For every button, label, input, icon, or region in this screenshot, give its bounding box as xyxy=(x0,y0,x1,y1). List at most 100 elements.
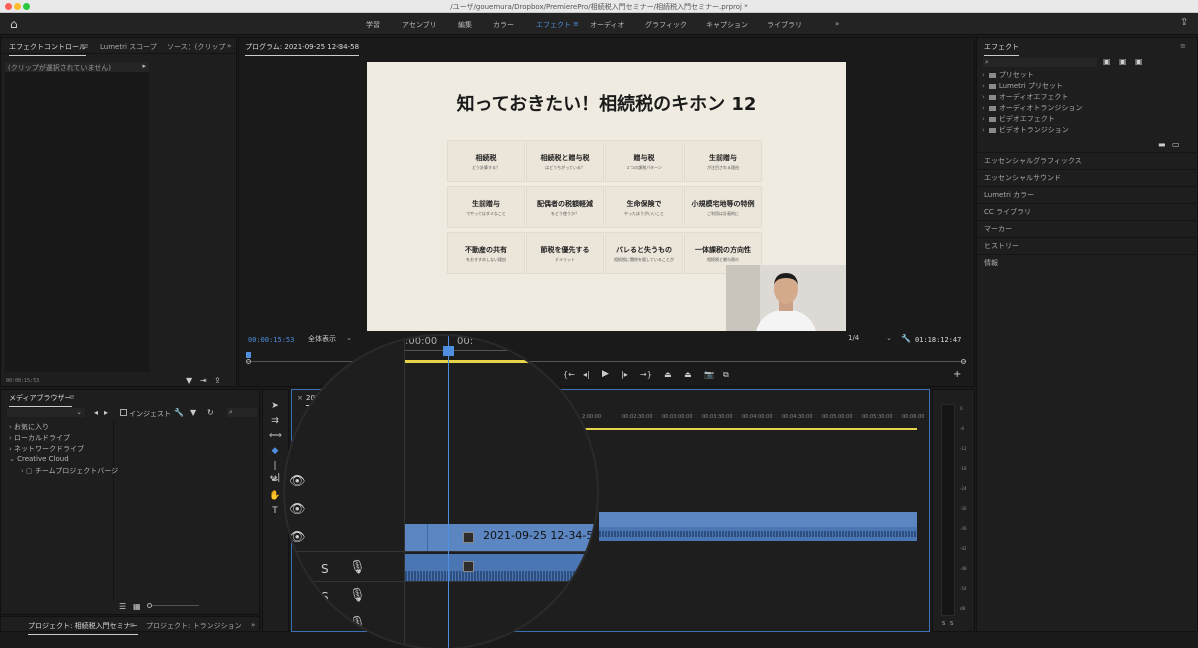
delete-icon[interactable]: ▭ xyxy=(1172,140,1180,149)
effects-tree-item[interactable]: › ビデオトランジション xyxy=(982,125,1069,135)
comparison-view-icon[interactable]: ⧉ xyxy=(723,370,729,380)
wrench-icon[interactable]: 🔧 xyxy=(901,334,911,343)
side-panel-section[interactable]: Lumetri カラー xyxy=(984,190,1034,200)
out-handle[interactable] xyxy=(961,359,966,364)
solo-right-button[interactable]: S xyxy=(950,621,953,627)
32bit-effects-icon[interactable]: ▣ xyxy=(1119,57,1127,66)
media-browser-title[interactable]: メディアブラウザー xyxy=(9,393,72,407)
step-back-icon[interactable]: ◂| xyxy=(583,370,590,379)
side-panel-section[interactable]: 情報 xyxy=(984,258,998,268)
effects-tree-item[interactable]: › プリセット xyxy=(982,70,1034,80)
tab-project-seminar[interactable]: プロジェクト: 相続税入門セミナー xyxy=(28,621,138,635)
slip-tool-icon[interactable]: |↔| xyxy=(269,460,281,483)
workspace-effects[interactable]: エフェクト xyxy=(536,20,571,30)
go-to-in-icon[interactable]: {← xyxy=(563,370,575,379)
export-icon[interactable]: ⇥ xyxy=(200,376,207,385)
workspace-audio[interactable]: オーディオ xyxy=(590,20,625,30)
back-icon[interactable]: ◂ xyxy=(94,408,98,417)
fit-dropdown[interactable]: 全体表示 ⌄ xyxy=(308,334,352,344)
workspace-color[interactable]: カラー xyxy=(493,20,514,30)
solo-a2-button[interactable]: S xyxy=(321,590,329,604)
audio-clip[interactable] xyxy=(405,554,597,581)
workspace-graphics[interactable]: グラフィック xyxy=(645,20,687,30)
side-panel-section[interactable]: エッセンシャルサウンド xyxy=(984,173,1061,183)
workspace-assembly[interactable]: アセンブリ xyxy=(402,20,437,30)
razor-tool-icon[interactable]: ◆ xyxy=(269,445,281,457)
panel-menu-icon[interactable]: ≡ xyxy=(129,621,135,629)
effects-panel-title[interactable]: エフェクト xyxy=(984,42,1019,56)
panel-overflow-icon[interactable]: » xyxy=(227,42,231,50)
tab-project-transitions[interactable]: プロジェクト: トランジション xyxy=(146,621,242,631)
render-icon[interactable]: ⇪ xyxy=(214,376,221,385)
voice-over-record-a1-icon[interactable]: 🎙 xyxy=(349,560,366,575)
solo-left-button[interactable]: S xyxy=(942,621,945,627)
tab-lumetri-scopes[interactable]: Lumetri スコープ xyxy=(100,42,157,52)
team-projects-item[interactable]: › ▢ チームプロジェクトバージ xyxy=(21,466,118,476)
panel-menu-icon[interactable]: ≡ xyxy=(1180,42,1186,50)
in-handle[interactable] xyxy=(246,359,251,364)
creative-cloud-item[interactable]: ⌄ Creative Cloud xyxy=(9,455,69,463)
side-panel-section[interactable]: マーカー xyxy=(984,224,1012,234)
side-panel-section[interactable]: ヒストリー xyxy=(984,241,1019,251)
side-panel-section[interactable]: エッセンシャルグラフィックス xyxy=(984,156,1082,166)
go-to-out-icon[interactable]: →} xyxy=(640,370,652,379)
solo-a1-button[interactable]: S xyxy=(321,562,329,576)
camera-icon[interactable]: 📷 xyxy=(704,370,714,379)
play-icon[interactable]: ▶ xyxy=(602,369,609,379)
effects-tree-item[interactable]: › オーディオトランジション xyxy=(982,103,1082,113)
resolution-dropdown[interactable]: 1/4 ⌄ xyxy=(848,334,892,344)
accelerated-effects-icon[interactable]: ▣ xyxy=(1103,57,1111,66)
home-icon[interactable]: ⌂ xyxy=(10,17,24,31)
tab-source[interactable]: ソース：(クリップ xyxy=(167,42,225,52)
panel-overflow-icon[interactable]: » xyxy=(251,621,255,629)
search-input[interactable]: ⌕ xyxy=(227,408,257,417)
lift-icon[interactable]: ⏏ xyxy=(664,370,672,379)
panel-menu-icon[interactable]: ≡ xyxy=(69,393,75,401)
program-current-timecode[interactable]: 00:00:15:53 xyxy=(248,336,294,344)
expand-icon[interactable]: ▸ xyxy=(142,62,146,70)
favorites-item[interactable]: › お気に入り xyxy=(9,422,49,432)
ingest-settings-icon[interactable]: 🔧 xyxy=(174,408,184,417)
filter-icon[interactable]: ▼ xyxy=(190,408,196,417)
audio-clip-right[interactable] xyxy=(599,527,917,541)
effects-search-input[interactable]: ⌕ xyxy=(983,58,1097,67)
pen-tool-icon[interactable]: ✒ xyxy=(269,475,281,487)
ingest-checkbox[interactable] xyxy=(120,409,127,416)
side-panel-section[interactable]: CC ライブラリ xyxy=(984,207,1031,217)
filter-icon[interactable]: ▼ xyxy=(186,376,192,385)
local-drives-item[interactable]: › ローカルドライブ xyxy=(9,433,70,443)
workspace-menu-icon[interactable]: ≡ xyxy=(573,20,579,28)
tab-effect-controls[interactable]: エフェクトコントロール xyxy=(9,42,86,56)
playhead-head[interactable] xyxy=(443,346,454,356)
network-drives-item[interactable]: › ネットワークドライブ xyxy=(9,444,84,454)
playhead-line[interactable] xyxy=(448,336,449,648)
time-ruler[interactable]: 2:00:00 00:02:30:00 00:03:00:00 00:03:30:00… xyxy=(582,414,924,424)
extract-icon[interactable]: ⏏ xyxy=(684,370,692,379)
effects-tree-item[interactable]: › オーディオエフェクト xyxy=(982,92,1068,102)
video-clip-right[interactable] xyxy=(599,512,917,527)
hand-tool-icon[interactable]: ✋ xyxy=(269,490,281,502)
more-workspaces-button[interactable]: » xyxy=(835,20,839,28)
track-select-tool-icon[interactable]: ⇉ xyxy=(269,415,281,427)
refresh-icon[interactable]: ↻ xyxy=(207,408,214,417)
share-icon[interactable]: ⇪ xyxy=(1180,17,1188,28)
toggle-track-output-v1-icon[interactable]: 👁 xyxy=(289,530,306,545)
work-area-bar[interactable] xyxy=(582,428,917,430)
step-forward-icon[interactable]: |▸ xyxy=(621,370,628,379)
panel-menu-icon[interactable]: ≡ xyxy=(83,42,89,50)
list-view-icon[interactable]: ☰ xyxy=(119,602,126,611)
thumbnail-size-slider[interactable] xyxy=(147,603,199,608)
workspace-editing[interactable]: 編集 xyxy=(458,20,472,30)
workspace-learn[interactable]: 学習 xyxy=(366,20,380,30)
close-sequence-icon[interactable]: × xyxy=(297,394,303,402)
playhead-marker[interactable] xyxy=(246,352,251,358)
toggle-track-output-v3-icon[interactable]: 👁 xyxy=(289,474,306,489)
toggle-track-output-v2-icon[interactable]: 👁 xyxy=(289,502,306,517)
type-tool-icon[interactable]: T xyxy=(269,505,281,517)
icon-view-icon[interactable]: ▦ xyxy=(133,602,141,611)
video-clip[interactable]: 2021-09-25 12-34-58.m xyxy=(405,524,597,551)
forward-icon[interactable]: ▸ xyxy=(104,408,108,417)
media-location-dropdown[interactable]: ⌄ xyxy=(7,408,85,417)
yuv-effects-icon[interactable]: ▣ xyxy=(1135,57,1143,66)
workspace-captions[interactable]: キャプション xyxy=(706,20,748,30)
